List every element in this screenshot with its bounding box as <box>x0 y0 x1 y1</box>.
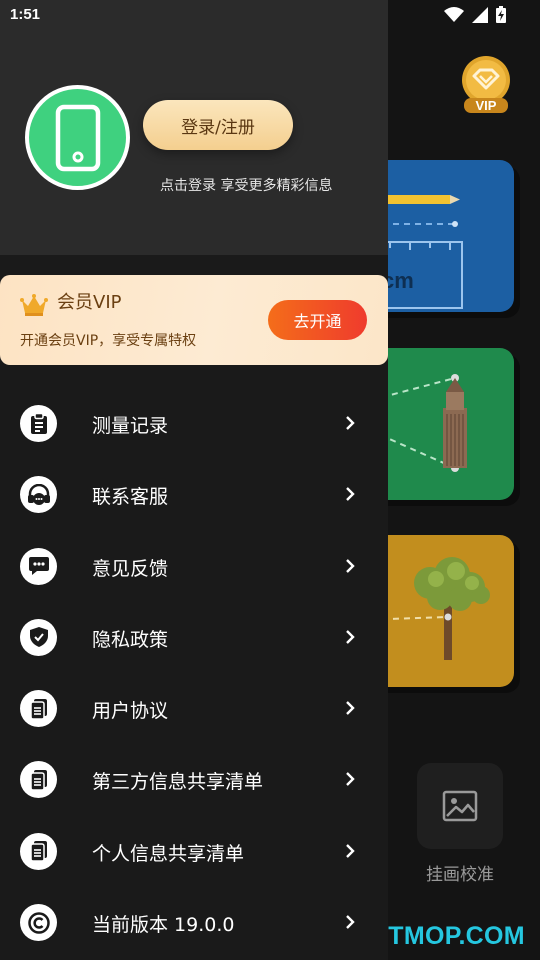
vip-description: 开通会员VIP，享受专属特权 <box>20 333 197 349</box>
profile-header: 登录/注册 点击登录 享受更多精彩信息 <box>0 0 388 255</box>
chevron-right-icon <box>346 630 355 644</box>
clipboard-icon <box>20 405 57 442</box>
vip-title: 会员VIP <box>57 292 122 313</box>
chevron-right-icon <box>346 416 355 430</box>
document-icon <box>20 690 57 728</box>
menu-item-label: 联系客服 <box>92 486 169 509</box>
menu-item-label: 意见反馈 <box>92 557 169 580</box>
crown-icon <box>20 294 48 316</box>
signal-icon <box>472 6 488 23</box>
chevron-right-icon <box>346 558 355 573</box>
chevron-right-icon <box>346 843 355 858</box>
menu-item-user-agreement[interactable]: 用户协议 <box>0 673 388 744</box>
document-icon <box>20 761 57 799</box>
picture-calibration-label: 挂画校准 <box>426 865 494 885</box>
navigation-drawer: 登录/注册 点击登录 享受更多精彩信息 会员VIP 开通会员VIP，享受专属特权… <box>0 0 388 960</box>
headset-icon <box>20 476 57 514</box>
avatar[interactable] <box>25 85 130 190</box>
status-time: 1:51 <box>10 6 41 23</box>
login-hint-text: 点击登录 享受更多精彩信息 <box>160 178 333 194</box>
menu-item-measurement-records[interactable]: 测量记录 <box>0 388 388 459</box>
vip-membership-card[interactable]: 会员VIP 开通会员VIP，享受专属特权 去开通 <box>0 275 388 365</box>
watermark-text: ITMOP.COM <box>381 922 525 950</box>
vip-open-button[interactable]: 去开通 <box>268 300 367 340</box>
picture-calibration-button[interactable] <box>417 763 503 849</box>
vip-crown-badge-icon[interactable]: VIP <box>458 54 514 114</box>
menu-item-customer-service[interactable]: 联系客服 <box>0 459 388 530</box>
wifi-icon <box>444 7 464 22</box>
menu-item-third-party-sharing[interactable]: 第三方信息共享清单 <box>0 744 388 815</box>
chat-bubble-icon <box>20 547 57 585</box>
menu-item-label: 用户协议 <box>92 700 169 723</box>
image-icon <box>442 790 478 822</box>
login-register-button[interactable]: 登录/注册 <box>143 100 293 150</box>
menu-item-privacy-policy[interactable]: 隐私政策 <box>0 602 388 673</box>
menu-item-feedback[interactable]: 意见反馈 <box>0 531 388 602</box>
menu-item-label: 个人信息共享清单 <box>92 842 245 865</box>
battery-charging-icon <box>496 6 506 23</box>
chevron-right-icon <box>346 915 355 929</box>
status-bar: 1:51 <box>0 0 540 31</box>
chevron-right-icon <box>346 487 355 502</box>
menu-item-label: 隐私政策 <box>92 628 169 651</box>
shield-check-icon <box>20 618 57 656</box>
menu-item-personal-info-sharing[interactable]: 个人信息共享清单 <box>0 816 388 887</box>
status-icons <box>444 6 506 23</box>
menu-item-label: 第三方信息共享清单 <box>92 771 264 794</box>
menu-item-current-version[interactable]: 当前版本 19.0.0 <box>0 887 388 958</box>
document-icon <box>20 832 57 870</box>
vip-badge-text: VIP <box>476 98 497 113</box>
phone-icon <box>55 104 100 171</box>
chevron-right-icon <box>346 772 355 787</box>
drawer-menu: 测量记录 联系客服 意见反馈 隐私政策 用户协议 第三方信息共享清单 个人信息共… <box>0 388 388 958</box>
menu-item-label: 当前版本 19.0.0 <box>92 914 235 937</box>
copyright-icon <box>20 904 57 942</box>
chevron-right-icon <box>346 701 355 716</box>
menu-item-label: 测量记录 <box>92 415 169 437</box>
